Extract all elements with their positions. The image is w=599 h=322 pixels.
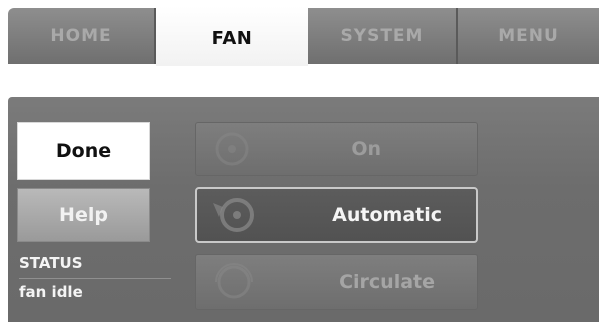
tab-bar: HOME FAN SYSTEM MENU [8,6,599,66]
fan-mode-circulate-button[interactable]: Circulate [195,254,478,310]
fan-mode-label: On [351,138,381,160]
status-value: fan idle [19,283,83,301]
status-divider [19,278,171,279]
tab-system[interactable]: SYSTEM [308,8,458,64]
fan-mode-on-button[interactable]: On [195,122,478,176]
fan-mode-label: Automatic [332,204,442,226]
status-label: STATUS [19,254,83,272]
fan-icon [213,198,254,232]
fan-icon [215,132,249,166]
tab-fan[interactable]: FAN [156,6,308,66]
fan-icon [215,263,253,299]
help-button[interactable]: Help [17,188,150,242]
fan-mode-automatic-button[interactable]: Automatic [195,187,478,243]
tab-menu[interactable]: MENU [458,8,599,64]
fan-mode-label: Circulate [339,271,435,293]
tab-home[interactable]: HOME [8,8,156,64]
fan-settings-panel: Done Help STATUS fan idle On Automatic C… [8,97,599,322]
done-button[interactable]: Done [17,122,150,180]
